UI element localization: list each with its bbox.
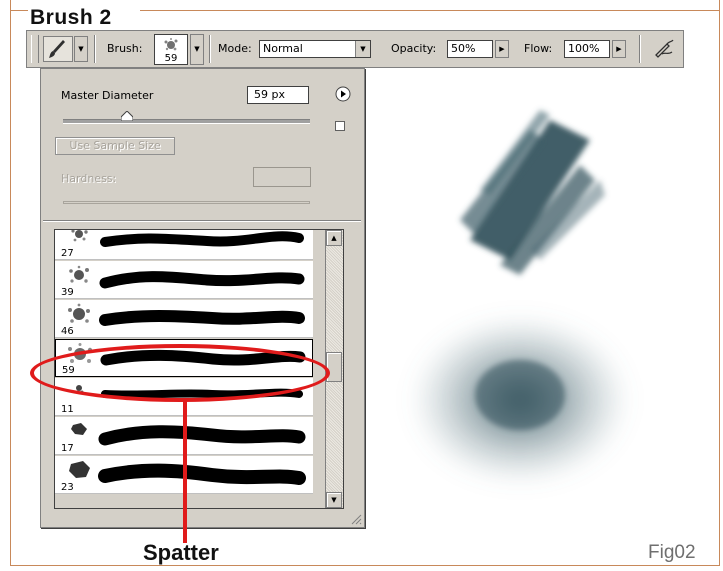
scroll-down-button[interactable]: ▼	[326, 492, 342, 508]
spatter-tip-icon	[164, 38, 178, 51]
opacity-field[interactable]: 50%	[447, 40, 493, 58]
brush-picker[interactable]: 59	[154, 34, 188, 65]
brush-size-number: 17	[61, 443, 74, 454]
circle-arrow-right-icon	[335, 86, 351, 102]
callout-line	[183, 400, 187, 543]
opacity-label: Opacity:	[391, 42, 437, 55]
mode-value: Normal	[263, 42, 303, 55]
hardness-label: Hardness:	[61, 172, 117, 185]
streaky-stroke	[460, 110, 605, 275]
scroll-up-button[interactable]: ▲	[326, 230, 342, 246]
brush-size-number: 27	[61, 248, 74, 259]
airbrush-icon	[655, 39, 674, 58]
brush-preset-row[interactable]: 39	[55, 261, 313, 299]
figure-label: Fig02	[648, 542, 696, 563]
master-diameter-field[interactable]: 59 px	[247, 86, 309, 104]
frame-top-left	[10, 10, 28, 11]
chevron-down-icon[interactable]: ▼	[355, 41, 370, 57]
callout-label: Spatter	[143, 540, 219, 565]
brush-size-number: 46	[61, 326, 74, 337]
brush-tool-icon	[49, 40, 65, 58]
mode-label: Mode:	[218, 42, 252, 55]
brush-picker-panel: Master Diameter 59 px Use Sample Size Ha…	[40, 68, 365, 528]
brush-size-number: 11	[61, 404, 74, 415]
toolbar-separator	[209, 35, 211, 63]
opacity-arrow-button[interactable]: ▶	[495, 40, 509, 58]
flow-field[interactable]: 100%	[564, 40, 610, 58]
tool-preset-dropdown[interactable]: ▼	[74, 36, 88, 62]
toolbar-separator	[94, 35, 96, 63]
frame-top-right	[140, 10, 720, 11]
master-diameter-label: Master Diameter	[61, 89, 154, 102]
spatter-stroke	[410, 315, 630, 485]
stroke-preview	[98, 463, 306, 485]
stroke-preview	[99, 310, 305, 326]
brush-preset-row[interactable]: 27	[55, 230, 313, 260]
flow-value: 100%	[568, 42, 600, 55]
flow-label: Flow:	[524, 42, 553, 55]
opacity-value: 50%	[451, 42, 476, 55]
brush-preset-row[interactable]: 46	[55, 300, 313, 338]
toolbar-separator	[639, 35, 641, 63]
slider-thumb-icon[interactable]	[121, 111, 134, 121]
stroke-preview	[98, 425, 306, 446]
figure-title: Brush 2	[30, 6, 112, 29]
brush-picker-dropdown[interactable]: ▼	[190, 34, 204, 65]
master-diameter-slider[interactable]	[63, 119, 310, 124]
options-toolbar: ▼ Brush: 59 ▼ Mode: Normal ▼ Opacity: 50…	[26, 30, 684, 68]
master-diameter-value: 59 px	[254, 88, 285, 101]
panel-menu-button[interactable]	[335, 86, 351, 102]
hardness-field[interactable]	[253, 167, 311, 187]
stroke-preview	[99, 271, 305, 289]
brush-stroke-preview	[410, 110, 630, 485]
resize-grip-icon[interactable]	[350, 513, 362, 525]
hardness-slider[interactable]	[63, 201, 310, 204]
flow-arrow-button[interactable]: ▶	[612, 40, 626, 58]
brush-label: Brush:	[107, 42, 143, 55]
toolbar-grip[interactable]	[31, 35, 39, 63]
mode-select[interactable]: Normal ▼	[259, 40, 371, 58]
stroke-preview	[100, 231, 304, 247]
highlight-oval	[30, 344, 330, 402]
new-preset-icon[interactable]	[335, 121, 345, 131]
brush-size-value: 59	[164, 53, 178, 64]
panel-divider	[43, 220, 361, 222]
brush-size-number: 23	[61, 482, 74, 493]
use-sample-size-button[interactable]: Use Sample Size	[55, 137, 175, 155]
airbrush-toggle[interactable]	[652, 37, 676, 61]
tool-preset-button[interactable]	[43, 36, 73, 62]
brush-size-number: 39	[61, 287, 74, 298]
scroll-thumb[interactable]	[326, 352, 342, 382]
